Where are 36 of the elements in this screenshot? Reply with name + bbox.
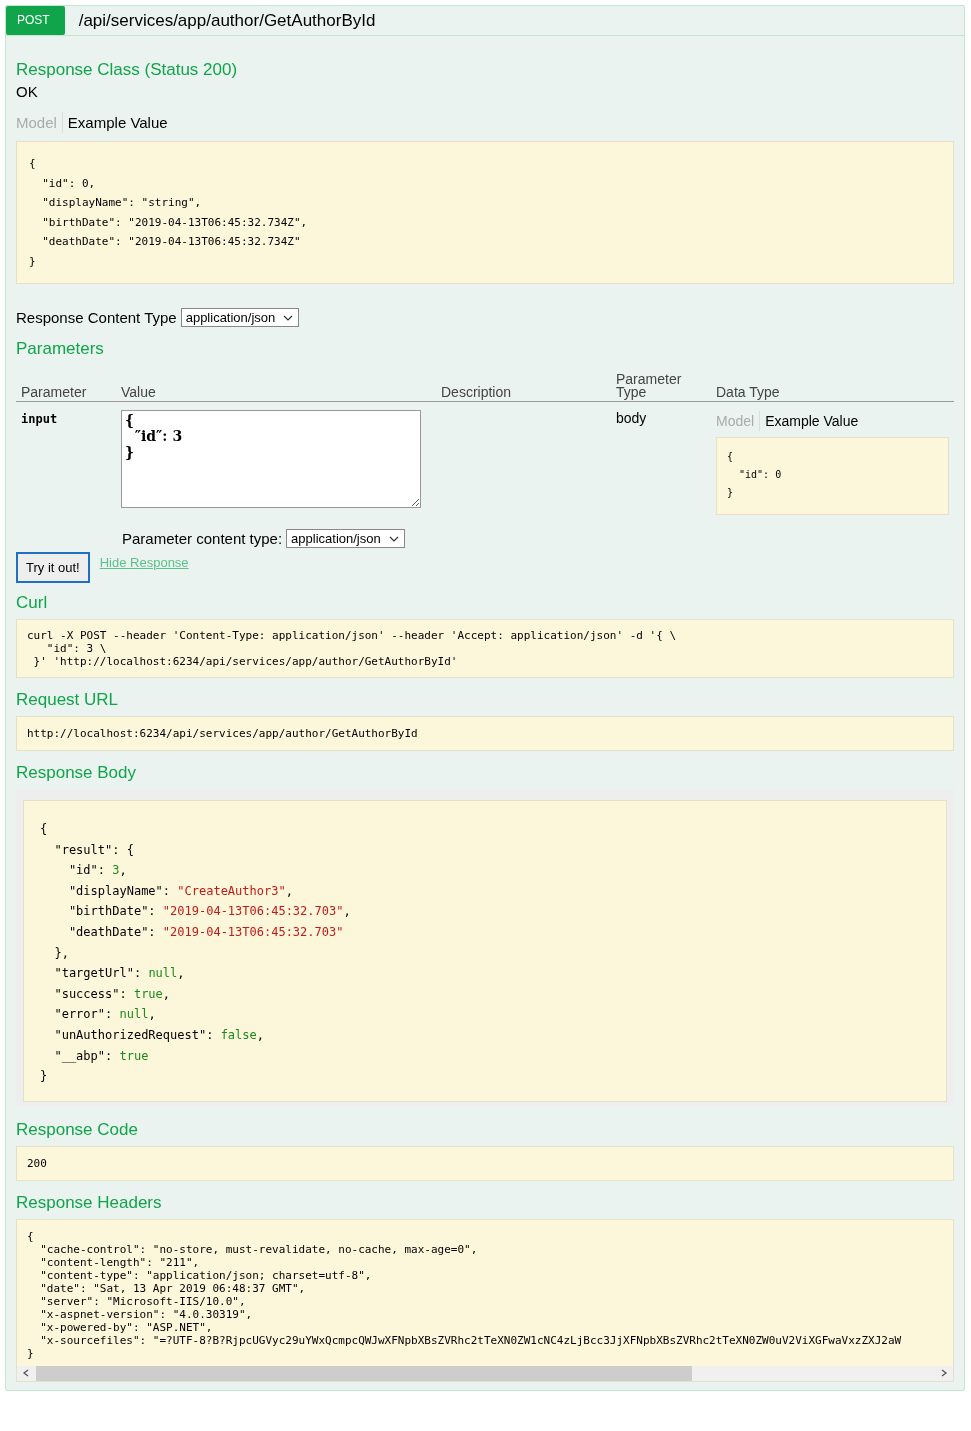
section-heading: Response Headers (16, 1192, 163, 1213)
parameter-type: body (616, 410, 647, 426)
field-label: Response Content Type (16, 309, 177, 326)
scroll-left-icon[interactable] (22, 1369, 30, 1378)
operation-header[interactable]: POST /api/services/app/author/GetAuthorById (6, 6, 964, 36)
model-tab[interactable]: Example Value (759, 411, 864, 431)
column-header: Parameter (21, 384, 87, 400)
section-heading: Response Class (Status 200) (16, 60, 239, 80)
section-heading: Curl (16, 593, 49, 613)
column-header: Data Type (716, 384, 780, 400)
model-tab[interactable]: Example Value (61, 112, 173, 133)
method-badge: POST (6, 6, 65, 35)
column-header: Parameter Type (616, 371, 682, 400)
request-url: http://localhost:6234/api/services/app/author/GetAuthorById (16, 716, 954, 751)
parameter-name: input (21, 412, 58, 426)
parameter-value-field[interactable]: { ″id″: 3 } (121, 410, 421, 508)
caret-icon (283, 314, 294, 321)
column-header: Description (441, 384, 512, 400)
try-it-out-button[interactable]: Try it out! (16, 552, 90, 583)
content-type-select[interactable]: application/json (286, 529, 405, 548)
example-code: { "id": 0 } (716, 437, 949, 515)
response-code: 200 (16, 1145, 954, 1181)
section-heading: Request URL (16, 690, 120, 710)
scroll-right-icon[interactable] (940, 1369, 948, 1378)
field-label: Parameter content type: (122, 530, 283, 547)
section-heading: Response Body (16, 763, 138, 783)
curl-code: curl -X POST --header 'Content-Type: application/json' --header 'Accept: application/json' -d '{ \ "id": 3 \ }' 'http://localhost:6234/api/services/app/author/GetAuthorById' (16, 619, 954, 678)
caret-icon (388, 535, 399, 542)
status-text: OK (16, 83, 39, 100)
example-code: { "id": 0, "displayName": "string", "birthDate": "2019-04-13T06:45:32.734Z", "deathDate": "2019-04-13T06:45:32.734Z" } (16, 141, 954, 284)
response-body-code: { "result": { "id": 3, "displayName": "CreateAuthor3", "birthDate": "2019-04-13T06:45:32.703", "deathDate": "2019-04-13T06:45:32.703" }, "targetUrl": null, "success": true, "error": null, "unAuthorizedRequest": false, "__abp": true } (23, 800, 947, 1102)
section-heading: Response Code (16, 1119, 139, 1140)
section-heading: Parameters (16, 339, 105, 359)
endpoint-path: /api/services/app/author/GetAuthorById (78, 10, 376, 31)
column-header: Value (121, 384, 156, 400)
content-type-select[interactable]: application/json (180, 308, 300, 327)
